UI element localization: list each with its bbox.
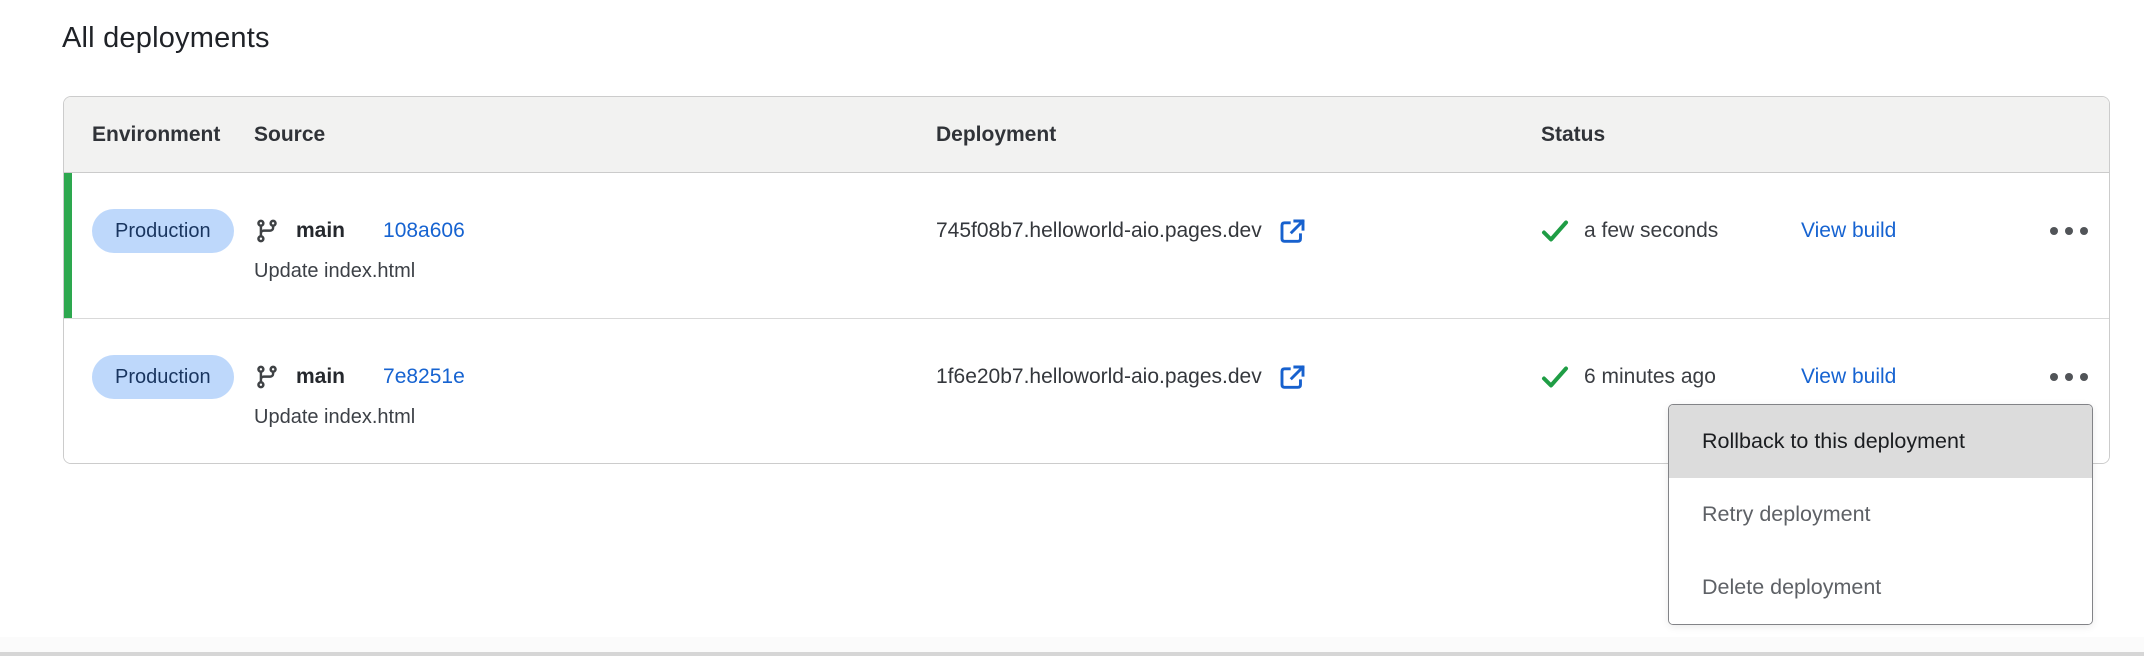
kebab-menu-button[interactable]	[2044, 209, 2094, 253]
git-branch-icon	[254, 218, 280, 244]
environment-badge: Production	[92, 209, 234, 253]
view-build-link[interactable]: View build	[1801, 365, 1896, 389]
commit-link[interactable]: 7e8251e	[383, 365, 465, 389]
deployment-url: 1f6e20b7.helloworld-aio.pages.dev	[936, 365, 1262, 389]
commit-message: Update index.html	[254, 404, 936, 430]
header-deployment: Deployment	[936, 123, 1541, 147]
deployments-page: All deployments Environment Source Deplo…	[0, 0, 2144, 662]
status-time: 6 minutes ago	[1584, 365, 1716, 389]
check-icon	[1541, 219, 1569, 243]
table-row: Production main 108a606 Update index.htm…	[64, 173, 2109, 318]
branch-name: main	[296, 219, 345, 243]
menu-item-delete[interactable]: Delete deployment	[1669, 551, 2092, 624]
row-actions-menu: Rollback to this deployment Retry deploy…	[1668, 404, 2093, 625]
menu-item-rollback[interactable]: Rollback to this deployment	[1669, 405, 2092, 478]
header-environment: Environment	[64, 123, 254, 147]
external-link-icon[interactable]	[1278, 363, 1307, 392]
status-time: a few seconds	[1584, 219, 1718, 243]
branch-name: main	[296, 365, 345, 389]
menu-item-retry[interactable]: Retry deployment	[1669, 478, 2092, 551]
git-branch-icon	[254, 364, 280, 390]
bottom-divider	[0, 652, 2144, 656]
environment-badge: Production	[92, 355, 234, 399]
kebab-menu-button[interactable]	[2044, 355, 2094, 399]
check-icon	[1541, 365, 1569, 389]
commit-link[interactable]: 108a606	[383, 219, 465, 243]
kebab-menu-icon	[2050, 373, 2058, 381]
table-header-row: Environment Source Deployment Status	[64, 97, 2109, 173]
page-title: All deployments	[62, 22, 270, 55]
kebab-menu-icon	[2050, 227, 2058, 235]
view-build-link[interactable]: View build	[1801, 219, 1896, 243]
footer-strip	[0, 637, 2144, 652]
commit-message: Update index.html	[254, 258, 936, 284]
external-link-icon[interactable]	[1278, 217, 1307, 246]
deployment-url: 745f08b7.helloworld-aio.pages.dev	[936, 219, 1262, 243]
header-status: Status	[1541, 123, 1801, 147]
header-source: Source	[254, 123, 936, 147]
